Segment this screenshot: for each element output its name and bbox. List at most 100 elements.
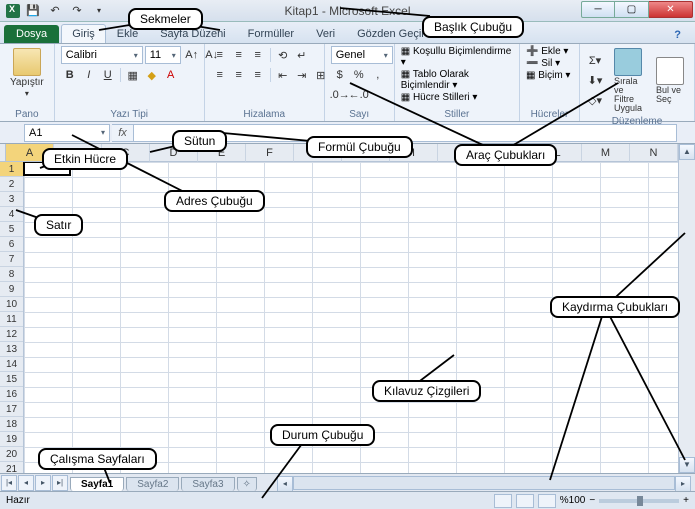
- column-header-E[interactable]: E: [198, 144, 246, 162]
- percent-icon[interactable]: %: [350, 66, 368, 84]
- vertical-scrollbar[interactable]: ▲ ▼: [678, 144, 695, 473]
- increase-decimal-icon[interactable]: .0→: [331, 86, 349, 104]
- file-tab[interactable]: Dosya: [4, 25, 59, 43]
- row-header-13[interactable]: 13: [0, 342, 23, 357]
- sheet-nav-last-icon[interactable]: ▸|: [52, 475, 68, 491]
- number-format-combo[interactable]: Genel▾: [331, 46, 393, 64]
- column-header-K[interactable]: K: [486, 144, 534, 162]
- row-header-17[interactable]: 17: [0, 402, 23, 417]
- scroll-right-icon[interactable]: ▸: [675, 476, 691, 492]
- align-top-icon[interactable]: ≡: [211, 46, 229, 64]
- column-header-J[interactable]: J: [438, 144, 486, 162]
- underline-button[interactable]: U: [99, 66, 117, 84]
- column-header-C[interactable]: C: [102, 144, 150, 162]
- sheet-nav-next-icon[interactable]: ▸: [35, 475, 51, 491]
- comma-icon[interactable]: ,: [369, 66, 387, 84]
- align-bottom-icon[interactable]: ≡: [249, 46, 267, 64]
- zoom-slider[interactable]: [599, 499, 679, 503]
- column-header-A[interactable]: A: [6, 144, 54, 162]
- row-header-15[interactable]: 15: [0, 372, 23, 387]
- fx-icon[interactable]: fx: [112, 124, 134, 142]
- zoom-out-icon[interactable]: −: [589, 495, 595, 506]
- tab-formulas[interactable]: Formüller: [237, 24, 305, 43]
- find-select-button[interactable]: Bul ve Seç: [652, 55, 688, 106]
- decrease-indent-icon[interactable]: ⇤: [274, 66, 292, 84]
- row-header-5[interactable]: 5: [0, 222, 23, 237]
- delete-cells-button[interactable]: ➖ Sil ▾: [526, 58, 560, 69]
- cell-styles-button[interactable]: ▦ Hücre Stilleri ▾: [401, 92, 478, 103]
- align-right-icon[interactable]: ≡: [249, 66, 267, 84]
- align-center-icon[interactable]: ≡: [230, 66, 248, 84]
- row-header-16[interactable]: 16: [0, 387, 23, 402]
- undo-icon[interactable]: ↶: [46, 2, 64, 20]
- column-header-H[interactable]: H: [342, 144, 390, 162]
- scroll-left-icon[interactable]: ◂: [277, 476, 293, 492]
- tab-data[interactable]: Veri: [305, 24, 346, 43]
- row-header-7[interactable]: 7: [0, 252, 23, 267]
- sheet-tab-3[interactable]: Sayfa3: [181, 477, 234, 491]
- row-header-21[interactable]: 21: [0, 462, 23, 473]
- column-header-G[interactable]: G: [294, 144, 342, 162]
- clear-icon[interactable]: ◇▾: [586, 92, 604, 110]
- row-header-6[interactable]: 6: [0, 237, 23, 252]
- row-header-4[interactable]: 4: [0, 207, 23, 222]
- tab-home[interactable]: Giriş: [61, 24, 106, 43]
- row-header-12[interactable]: 12: [0, 327, 23, 342]
- paste-button[interactable]: Yapıştır▾: [6, 46, 48, 100]
- column-header-L[interactable]: L: [534, 144, 582, 162]
- sheet-nav-first-icon[interactable]: |◂: [1, 475, 17, 491]
- wrap-text-icon[interactable]: ↵: [293, 46, 311, 64]
- row-header-14[interactable]: 14: [0, 357, 23, 372]
- row-header-18[interactable]: 18: [0, 417, 23, 432]
- tab-review[interactable]: Gözden Geçir: [346, 24, 436, 43]
- name-box[interactable]: A1▾: [24, 124, 110, 142]
- column-header-I[interactable]: I: [390, 144, 438, 162]
- scroll-down-icon[interactable]: ▼: [679, 457, 695, 473]
- align-middle-icon[interactable]: ≡: [230, 46, 248, 64]
- row-header-20[interactable]: 20: [0, 447, 23, 462]
- row-header-1[interactable]: 1: [0, 162, 23, 177]
- tab-view[interactable]: Görünüm: [436, 24, 504, 43]
- sort-filter-button[interactable]: Sırala ve Filtre Uygula: [610, 46, 646, 115]
- row-header-10[interactable]: 10: [0, 297, 23, 312]
- fill-color-icon[interactable]: ◆: [143, 66, 161, 84]
- page-layout-view-icon[interactable]: [516, 494, 534, 508]
- minimize-button[interactable]: ─: [581, 1, 615, 18]
- row-header-11[interactable]: 11: [0, 312, 23, 327]
- row-header-3[interactable]: 3: [0, 192, 23, 207]
- font-color-icon[interactable]: A: [162, 66, 180, 84]
- font-name-combo[interactable]: Calibri▾: [61, 46, 143, 64]
- align-left-icon[interactable]: ≡: [211, 66, 229, 84]
- format-as-table-button[interactable]: ▦ Tablo Olarak Biçimlendir ▾: [401, 69, 513, 91]
- column-header-N[interactable]: N: [630, 144, 678, 162]
- save-icon[interactable]: 💾: [24, 2, 42, 20]
- row-header-19[interactable]: 19: [0, 432, 23, 447]
- new-sheet-icon[interactable]: ✧: [237, 477, 257, 491]
- cells-grid[interactable]: [24, 162, 678, 473]
- column-header-B[interactable]: B: [54, 144, 102, 162]
- page-break-view-icon[interactable]: [538, 494, 556, 508]
- sheet-nav-prev-icon[interactable]: ◂: [18, 475, 34, 491]
- border-icon[interactable]: ▦: [124, 66, 142, 84]
- insert-cells-button[interactable]: ➕ Ekle ▾: [526, 46, 569, 57]
- maximize-button[interactable]: ▢: [615, 1, 649, 18]
- currency-icon[interactable]: $: [331, 66, 349, 84]
- zoom-in-icon[interactable]: +: [683, 495, 689, 506]
- row-header-8[interactable]: 8: [0, 267, 23, 282]
- active-cell[interactable]: [23, 162, 71, 176]
- increase-indent-icon[interactable]: ⇥: [293, 66, 311, 84]
- help-icon[interactable]: ?: [668, 27, 687, 43]
- qat-dropdown-icon[interactable]: ▾: [90, 2, 108, 20]
- format-cells-button[interactable]: ▦ Biçim ▾: [526, 70, 571, 81]
- fill-icon[interactable]: ⬇▾: [586, 72, 604, 90]
- sheet-tab-1[interactable]: Sayfa1: [70, 477, 124, 491]
- close-button[interactable]: ✕: [649, 1, 693, 18]
- decrease-decimal-icon[interactable]: ←.0: [350, 86, 368, 104]
- horizontal-scrollbar[interactable]: ◂ ▸: [277, 476, 691, 490]
- normal-view-icon[interactable]: [494, 494, 512, 508]
- row-header-2[interactable]: 2: [0, 177, 23, 192]
- italic-button[interactable]: I: [80, 66, 98, 84]
- tab-layout[interactable]: Sayfa Düzeni: [149, 24, 236, 43]
- column-header-F[interactable]: F: [246, 144, 294, 162]
- bold-button[interactable]: B: [61, 66, 79, 84]
